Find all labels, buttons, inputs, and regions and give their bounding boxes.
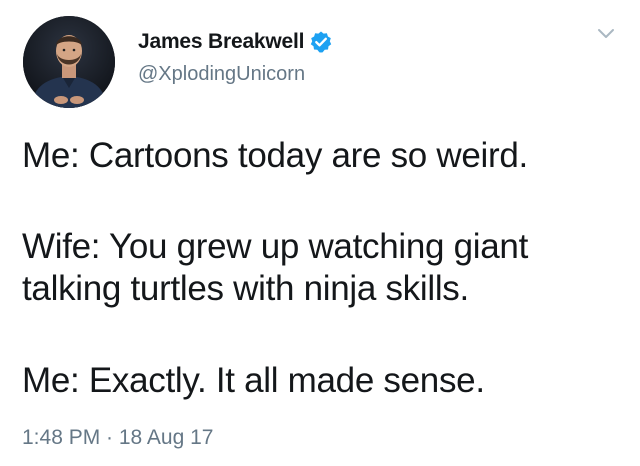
tweet-card: James Breakwell @XplodingUnicorn Me: Car… [0, 0, 640, 466]
verified-badge-icon [309, 30, 333, 54]
display-name[interactable]: James Breakwell [138, 30, 304, 54]
tweet-text-line: Me: Exactly. It all made sense. [22, 361, 485, 400]
tweet-text-line-1: Wife: You grew up watching giant [22, 227, 529, 266]
tweet-text-line: Wife: You grew up watching giant talking… [22, 226, 622, 310]
author-name-row[interactable]: James Breakwell [138, 30, 333, 54]
user-handle[interactable]: @XplodingUnicorn [138, 63, 305, 86]
tweet-timestamp[interactable]: 1:48 PM · 18 Aug 17 [22, 426, 213, 450]
avatar-photo-icon [23, 16, 115, 108]
tweet-text-line: Me: Cartoons today are so weird. [22, 136, 528, 175]
tweet-text-line-2: talking turtles with ninja skills. [22, 269, 469, 308]
chevron-down-icon[interactable] [596, 26, 616, 42]
avatar[interactable] [23, 16, 115, 108]
